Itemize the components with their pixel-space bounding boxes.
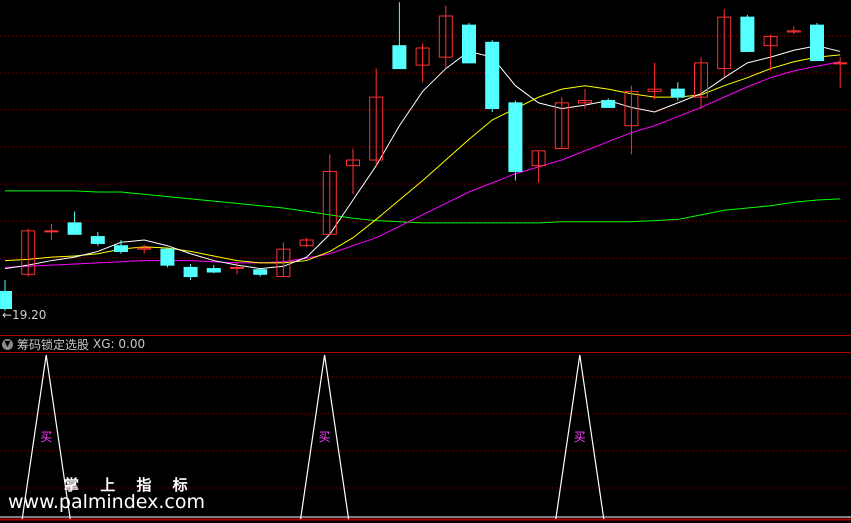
candle-down [392,45,407,70]
candle-down [183,266,198,278]
signal-label: 买 [40,430,52,444]
candle-down [90,236,105,244]
candle-down [253,269,268,275]
candle-down [0,290,12,310]
candle-down [740,16,755,52]
candle-down [462,24,476,64]
candle-up [230,266,244,269]
chart-canvas: 买买买 [0,2,851,521]
indicator-header: ▼ 筹码锁定选股 XG: 0.00 [0,336,145,352]
candle-down [508,102,523,172]
candle-up [833,62,848,65]
candle-down [810,24,824,62]
indicator-name: 筹码锁定选股 [17,337,90,352]
candle-down [160,248,175,266]
ma20-line [4,61,841,268]
candle-down [601,100,616,108]
indicator-output: XG: 0.00 [93,337,146,351]
low-price-marker: ←19.20 [2,308,47,322]
ma60-line [5,190,841,224]
candle-up [44,230,59,233]
candle-down [206,268,221,273]
candle-down [485,41,500,110]
candle-down [670,88,685,98]
signal-label: 买 [319,430,331,444]
candle-down [67,222,82,235]
watermark-url: www.palmindex.com [8,491,206,513]
candle-down [114,245,128,252]
chevron-down-icon[interactable]: ▼ [2,338,13,350]
ma10-line [4,54,841,264]
signal-label: 买 [574,430,586,444]
